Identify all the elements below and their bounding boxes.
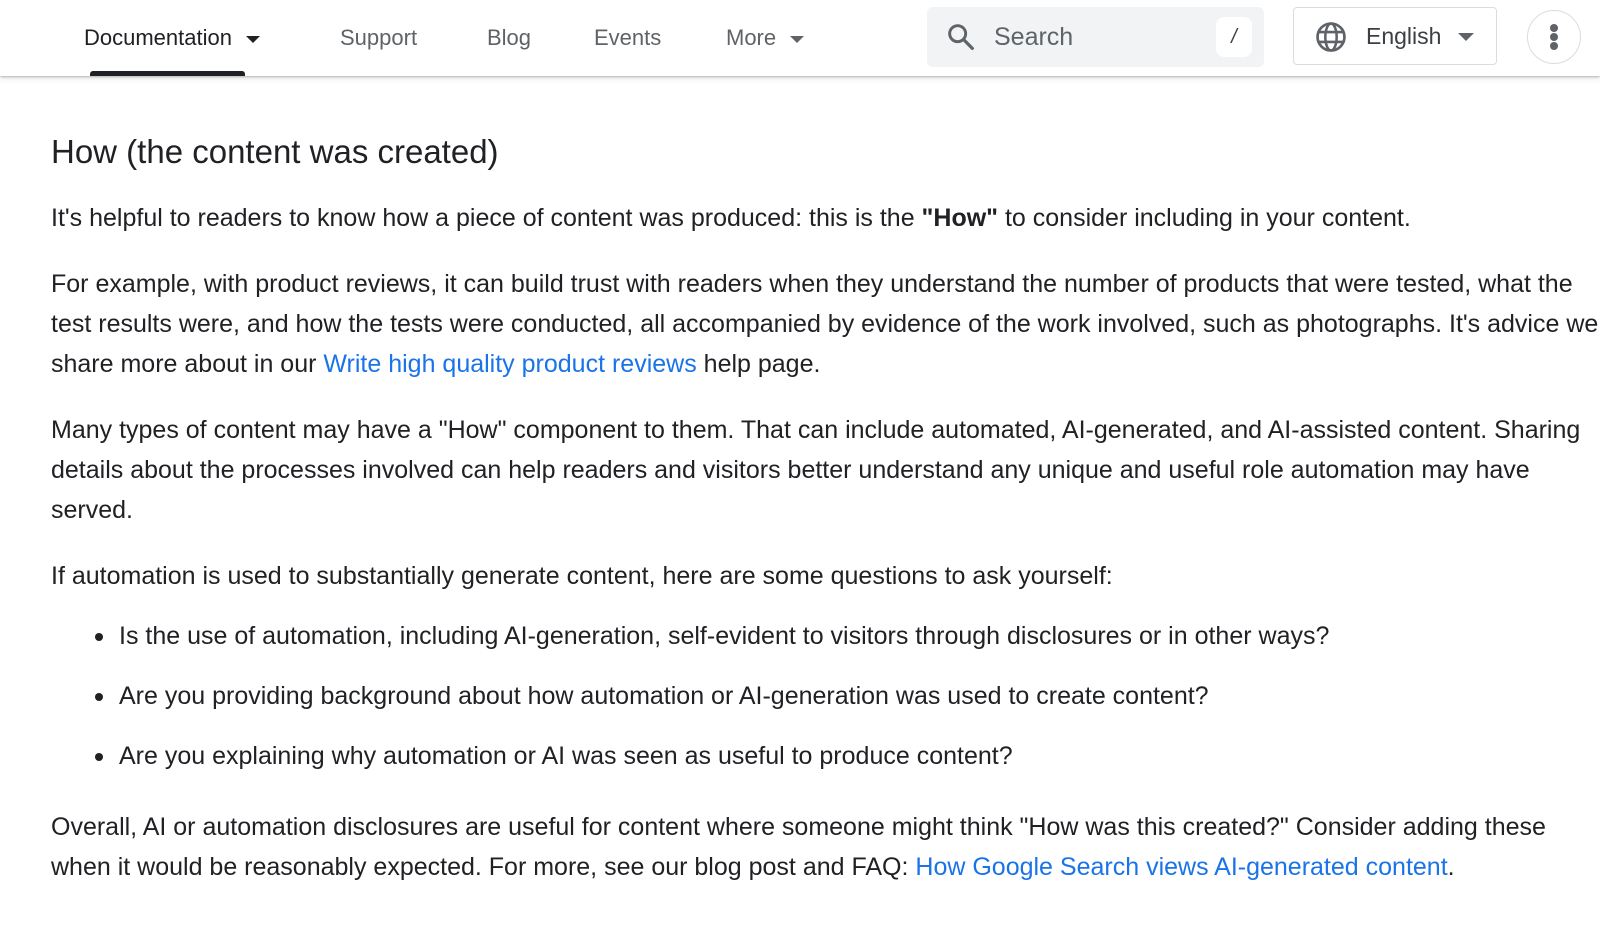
chevron-down-icon bbox=[1458, 33, 1474, 41]
more-vert-icon bbox=[1550, 24, 1558, 32]
section-heading: How (the content was created) bbox=[51, 133, 499, 170]
nav-tab-support[interactable]: Support bbox=[340, 0, 417, 76]
globe-icon bbox=[1316, 22, 1346, 52]
nav-tab-label: Blog bbox=[487, 25, 532, 50]
more-options-button[interactable] bbox=[1527, 10, 1581, 64]
product-reviews-link[interactable]: Write high quality product reviews bbox=[323, 350, 696, 378]
search-shortcut-key: / bbox=[1216, 17, 1252, 57]
paragraph-text: For example, with product reviews, it ca… bbox=[51, 270, 1599, 378]
paragraph-text: help page. bbox=[696, 350, 821, 378]
list-item-text: Is the use of automation, including AI-g… bbox=[119, 622, 1330, 650]
paragraph-intro: It's helpful to readers to know how a pi… bbox=[51, 198, 1600, 238]
nav-tab-more[interactable]: More bbox=[726, 0, 805, 76]
chevron-down-icon bbox=[790, 35, 805, 43]
language-selector[interactable]: English bbox=[1293, 7, 1497, 65]
paragraph-text: . bbox=[1447, 853, 1455, 881]
paragraph-questions-intro: If automation is used to substantially g… bbox=[51, 562, 1113, 590]
search-icon bbox=[948, 24, 974, 50]
list-item-text: Are you providing background about how a… bbox=[119, 682, 1209, 710]
language-label: English bbox=[1366, 23, 1442, 49]
bullet-icon bbox=[95, 633, 103, 641]
list-item-text: Are you explaining why automation or AI … bbox=[119, 742, 1013, 770]
paragraph-text: to consider including in your content. bbox=[998, 204, 1411, 232]
more-vert-icon-dot bbox=[1550, 33, 1558, 41]
bullet-icon bbox=[95, 753, 103, 761]
search-input[interactable]: Search / bbox=[927, 7, 1264, 67]
bold-how: "How" bbox=[921, 204, 999, 232]
list-item: Is the use of automation, including AI-g… bbox=[51, 616, 1600, 656]
active-tab-indicator bbox=[90, 71, 245, 76]
nav-tab-label: More bbox=[726, 25, 777, 50]
paragraph-text: It's helpful to readers to know how a pi… bbox=[51, 204, 922, 232]
paragraph-product-reviews: For example, with product reviews, it ca… bbox=[51, 264, 1600, 384]
bullet-icon bbox=[95, 693, 103, 701]
chevron-down-icon bbox=[245, 35, 260, 43]
paragraph-overall: Overall, AI or automation disclosures ar… bbox=[51, 807, 1600, 887]
questions-list: Is the use of automation, including AI-g… bbox=[51, 616, 1600, 796]
nav-tab-blog[interactable]: Blog bbox=[487, 0, 531, 76]
nav-tab-documentation[interactable]: Documentation bbox=[84, 0, 260, 76]
list-item: Are you explaining why automation or AI … bbox=[51, 736, 1600, 776]
nav-tab-label: Events bbox=[594, 25, 662, 50]
top-navigation-bar: Documentation Support Blog Events More S… bbox=[0, 0, 1600, 76]
nav-tab-label: Support bbox=[340, 25, 418, 50]
ai-generated-content-link[interactable]: How Google Search views AI-generated con… bbox=[915, 853, 1447, 881]
list-item: Are you providing background about how a… bbox=[51, 676, 1600, 716]
nav-tab-events[interactable]: Events bbox=[594, 0, 661, 76]
more-vert-icon-dot bbox=[1550, 42, 1558, 50]
paragraph-content-types: Many types of content may have a "How" c… bbox=[51, 416, 1581, 524]
search-placeholder: Search bbox=[994, 23, 1074, 51]
nav-tab-label: Documentation bbox=[84, 25, 232, 50]
